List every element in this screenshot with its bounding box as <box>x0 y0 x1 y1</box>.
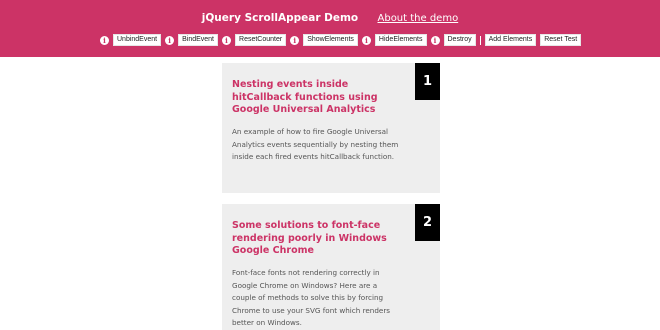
page-title: jQuery ScrollAppear Demo <box>201 12 359 24</box>
unbind-event-button[interactable]: UnbindEvent <box>113 34 162 46</box>
info-icon[interactable]: i <box>290 35 300 45</box>
about-demo-link[interactable]: About the demo <box>378 13 459 24</box>
card-number-badge: 2 <box>415 204 440 241</box>
bind-event-button[interactable]: BindEvent <box>178 34 219 46</box>
reset-counter-button[interactable]: ResetCounter <box>235 34 287 46</box>
controls-toolbar: i UnbindEvent i BindEvent i ResetCounter… <box>100 33 585 47</box>
header-bar: jQuery ScrollAppear Demo About the demo … <box>0 0 660 57</box>
article-card: 2 Some solutions to font-face rendering … <box>222 204 440 330</box>
card-title[interactable]: Nesting events inside hitCallback functi… <box>232 79 402 117</box>
add-elements-button[interactable]: Add Elements <box>484 34 537 46</box>
info-icon[interactable]: i <box>222 35 232 45</box>
article-card: 1 Nesting events inside hitCallback func… <box>222 63 440 193</box>
info-icon[interactable]: i <box>165 35 175 45</box>
destroy-button[interactable]: Destroy <box>443 34 476 46</box>
info-icon[interactable]: i <box>100 35 109 45</box>
title-row: jQuery ScrollAppear Demo About the demo <box>0 11 660 26</box>
card-description: Font-face fonts not rendering correctly … <box>232 268 391 327</box>
card-number-badge: 1 <box>415 63 440 100</box>
toolbar-divider <box>479 35 481 45</box>
info-icon[interactable]: i <box>361 35 371 45</box>
card-description: An example of how to fire Google Univers… <box>232 127 399 161</box>
hide-elements-button[interactable]: HideElements <box>374 34 427 46</box>
show-elements-button[interactable]: ShowElements <box>303 34 358 46</box>
card-title[interactable]: Some solutions to font-face rendering po… <box>232 220 402 258</box>
reset-test-button[interactable]: Reset Test <box>540 34 582 46</box>
info-icon[interactable]: i <box>430 35 440 45</box>
